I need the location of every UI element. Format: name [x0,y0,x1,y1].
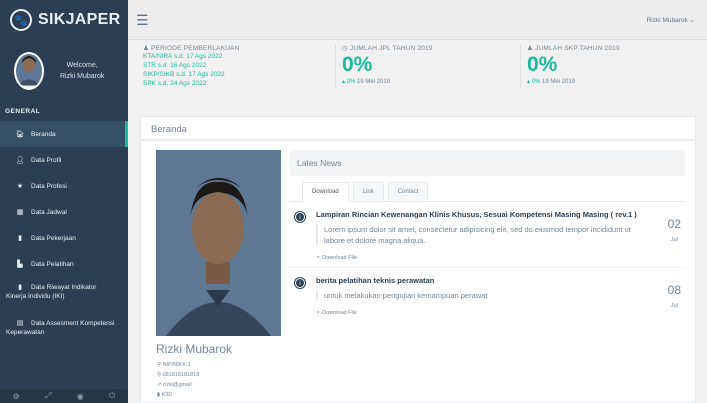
stat-periode-head: PERIODE PEMBERLAKUAN [151,45,240,52]
stat-skp-head: JUMLAH SKP TAHUN 2019 [535,45,620,52]
user-icon: 👤︎ [15,157,25,164]
home-icon: 🏠︎ [15,131,25,138]
profile-name: Rizki Mubarok [156,342,233,356]
download-file-link[interactable]: Download File [322,255,357,261]
news-article: i Lampiran Rincian Kewenangan Klinis Khu… [290,210,685,261]
sidebar-item-label: Data Profesi [31,182,67,190]
info-circle-icon: i [295,212,305,222]
user-name: Rizki Mubarok [60,73,105,80]
sidebar-item-label: Data Assesment Kompetensi Keperawatan [6,320,115,336]
app-title: SIKJAPER [38,11,121,28]
sidebar-item-data-pelatihan[interactable]: ▙ Data Pelatihan [0,251,128,277]
briefcase-icon: ▮ [18,235,22,242]
stats-row: ♟ PERIODE PEMBERLAKUAN KTA/NIRA s.d. 17 … [128,40,707,110]
welcome-text: Welcome, [66,62,98,69]
tab-contact[interactable]: Contact [387,182,429,201]
stat-skp-change: 0% [531,79,541,85]
news-heading: Lates News [290,150,685,176]
top-navbar: ☰ Rizki Mubarok ⌄ [128,0,707,40]
profile-nip: NIP/NIKK 1 [162,362,191,368]
sidebar-item-label: Beranda [31,130,56,138]
latest-news: Lates News Download Link Contact i Lampi… [290,150,685,316]
section-label: GENERAL [5,108,41,115]
stat-jpl-date: 19 Mei 2019 [357,79,391,85]
article-day: 02 [667,217,681,231]
stat-skp-date: 19 Mei 2019 [542,79,576,85]
settings-icon[interactable]: ⚙ [13,392,20,401]
info-circle-icon: i [295,278,305,288]
divider [290,267,685,268]
profile-info: ⚲ NIP/NIKK 1 ⚲ 081818181818 ↗ rizki@gmai… [157,360,199,400]
article-title[interactable]: berita pelatihan teknis perawatan [316,276,645,285]
download-file-link[interactable]: Download File [322,310,357,316]
power-icon[interactable]: ⏻ [109,391,115,401]
sidebar-item-label: Data Riwayat Indikator Kinerja Individu … [6,284,97,300]
user-dropdown[interactable]: Rizki Mubarok ⌄ [647,16,695,24]
stat-jpl-change: 0% [346,79,356,85]
sidebar-item-data-profil[interactable]: 👤︎ Data Profil [0,147,128,173]
fullscreen-icon[interactable]: ⤢ [45,391,51,401]
bookmark-icon: ▙ [17,261,23,268]
sidebar-item-data-profesi[interactable]: ★ Data Profesi [0,173,128,199]
user-small-icon: ♟ [143,45,152,52]
sidebar-footer: ⚙ ⤢ ◉ ⏻ [0,389,128,403]
sidebar-menu: 🏠︎ Beranda 👤︎ Data Profil ★ Data Profesi… [0,121,128,355]
periode-line: STR s.d. 16 Ags 2022 [143,62,207,69]
sidebar-item-label: Data Profil [31,156,62,164]
stat-skp-value: 0% [527,53,558,76]
profile-phone: 081818181818 [162,372,200,378]
stat-jpl: ◷ JUMLAH JPL TAHUN 2019 0% ▴ 0% 19 Mei 2… [335,44,433,88]
star-icon: ★ [16,183,24,190]
main-panel: Beranda Rizki Mubarok ⚲ NIP/NIKK 1 ⚲ 081… [140,116,696,403]
profile-summary: Welcome, Rizki Mubarok [0,40,128,96]
sidebar-item-label: Data Pekerjaan [31,234,76,242]
user-small-icon: ♟ [527,45,536,52]
article-day: 08 [667,283,681,297]
stat-periode: ♟ PERIODE PEMBERLAKUAN KTA/NIRA s.d. 17 … [143,44,240,88]
periode-line: SPK s.d. 24 Ags 2022 [143,80,207,87]
paw-icon: 🐾 [10,9,32,31]
avatar [14,52,44,90]
page-title: Beranda [141,117,695,141]
tab-download[interactable]: Download [302,182,349,202]
eye-icon[interactable]: ◉ [77,392,84,401]
article-body: Lorem ipsum dolor sit amet, consectetur … [316,224,645,246]
profile-email: rizki@gmail [163,382,192,388]
sidebar-item-data-assesment[interactable]: ▤ Data Assesment Kompetensi Keperawatan [0,313,128,355]
stat-skp: ♟ JUMLAH SKP TAHUN 2019 0% ▴ 0% 19 Mei 2… [520,44,620,88]
stat-jpl-head: JUMLAH JPL TAHUN 2019 [349,45,433,52]
sidebar-item-data-pekerjaan[interactable]: ▮ Data Pekerjaan [0,225,128,251]
brand[interactable]: 🐾 SIKJAPER [0,0,128,40]
article-month: Jul [670,237,678,243]
article-title[interactable]: Lampiran Rincian Kewenangan Klinis Khusu… [316,210,645,219]
news-article: i berita pelatihan teknis perawatan untu… [290,276,685,316]
sidebar-item-data-riwayat-iki[interactable]: ▮ Data Riwayat Indikator Kinerja Individ… [0,277,128,313]
calendar-icon: ▦ [16,209,24,216]
article-body: untuk melakukan pengujian kemampuan pera… [316,290,645,301]
sidebar-item-label: Data Jadwal [31,208,67,216]
stat-jpl-value: 0% [342,53,373,76]
profile-photo [156,150,281,336]
menu-toggle-icon[interactable]: ☰ [136,12,149,29]
article-month: Jul [670,303,678,309]
periode-line: SIKP/SIKB s.d. 17 Ags 2022 [143,71,225,78]
profile-unit: K3D [161,392,173,398]
sidebar: 🐾 SIKJAPER Welcome, Rizki Mubarok GENERA… [0,0,128,403]
tab-link[interactable]: Link [352,182,384,201]
sidebar-item-data-jadwal[interactable]: ▦ Data Jadwal [0,199,128,225]
clock-icon: ◷ [342,45,350,52]
periode-line: KTA/NIRA s.d. 17 Ags 2022 [143,53,223,60]
sidebar-item-beranda[interactable]: 🏠︎ Beranda [0,121,128,147]
sidebar-item-label: Data Pelatihan [31,260,74,268]
news-tabs: Download Link Contact [290,182,685,202]
article-date: 02 Jul [668,217,681,243]
article-date: 08 Jul [668,283,681,309]
